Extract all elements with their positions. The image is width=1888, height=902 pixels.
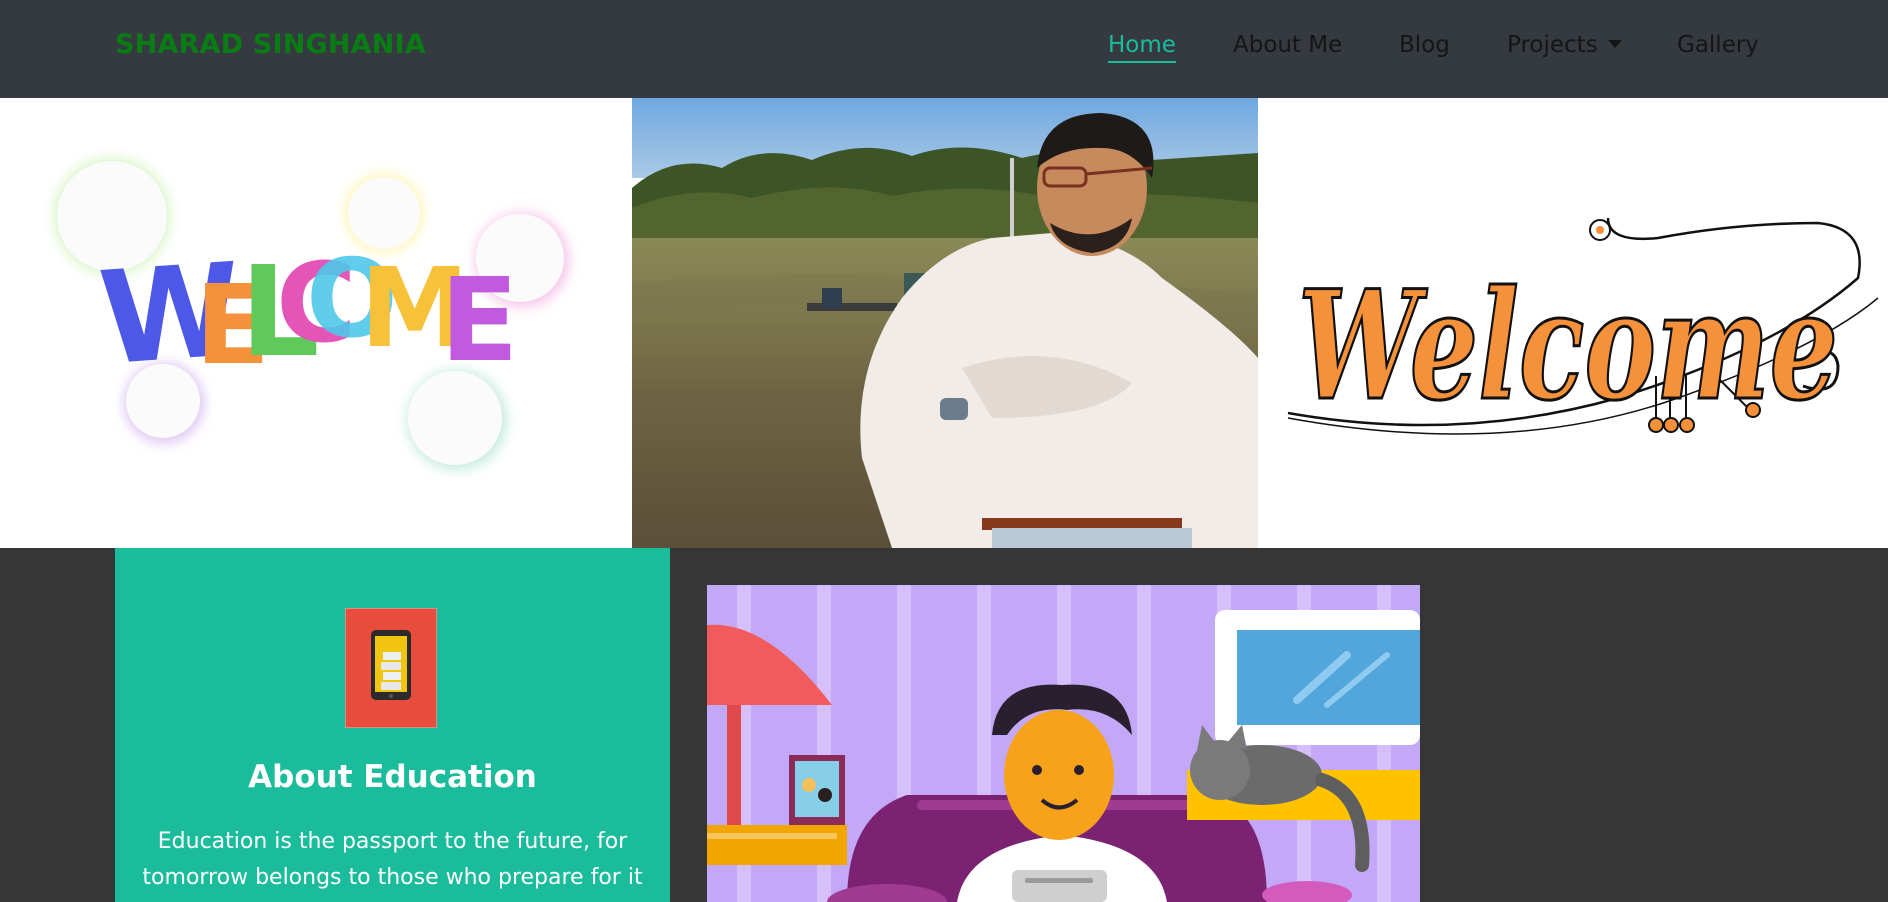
welcome-letter: E <box>440 254 519 388</box>
nav-home[interactable]: Home <box>1108 32 1176 63</box>
education-title: About Education <box>248 759 537 795</box>
welcome-script-text: Welcome <box>1298 258 1838 434</box>
nav-projects[interactable]: Projects <box>1507 32 1622 58</box>
navbar: SHARAD SINGHANIA Home About Me Blog Proj… <box>0 0 1888 98</box>
chevron-down-icon <box>1607 40 1622 48</box>
education-text: Education is the passport to the future,… <box>135 824 650 896</box>
welcome-letters: W E L C O M E <box>95 236 519 394</box>
education-card: About Education Education is the passpor… <box>115 548 670 902</box>
education-text-line: tomorrow belongs to those who prepare fo… <box>142 865 643 890</box>
nav-blog[interactable]: Blog <box>1399 32 1450 58</box>
content-section: About Education Education is the passpor… <box>0 548 1888 902</box>
hero-carousel: W E L C O M E Welcome <box>0 98 1888 548</box>
brand-logo[interactable]: SHARAD SINGHANIA <box>115 29 426 60</box>
nav-about-me[interactable]: About Me <box>1233 32 1342 58</box>
welcome-colorful-image: W E L C O M E <box>0 98 632 548</box>
education-text-line: Education is the passport to the future,… <box>157 829 628 854</box>
welcome-script-image: Welcome <box>1258 98 1888 548</box>
nav-projects-label: Projects <box>1507 32 1598 58</box>
studying-illustration <box>707 585 1420 902</box>
phone-books-icon <box>345 608 437 728</box>
profile-photo <box>632 98 1258 548</box>
nav-gallery[interactable]: Gallery <box>1677 32 1759 58</box>
